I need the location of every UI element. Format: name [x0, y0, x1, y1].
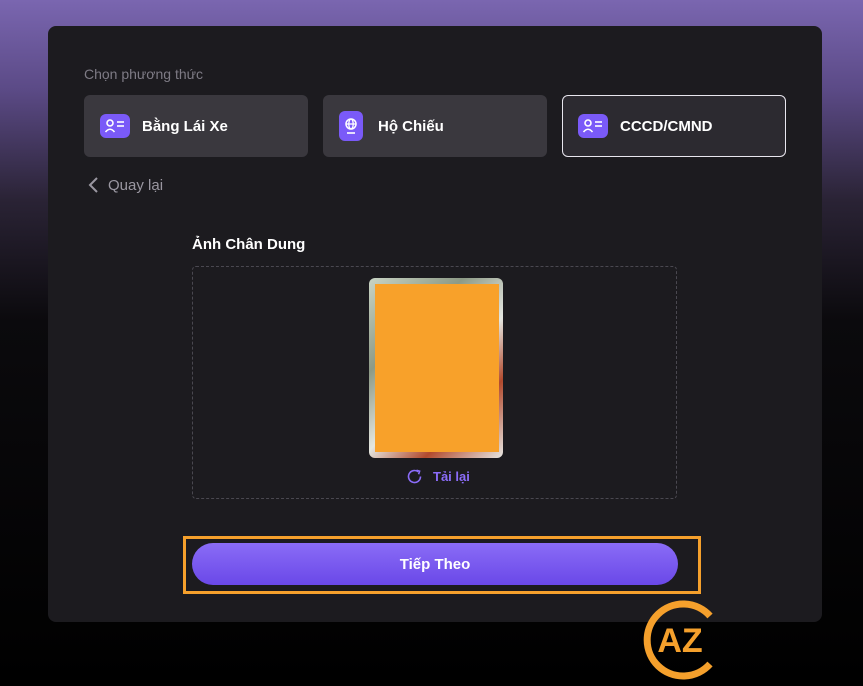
- reload-button[interactable]: Tải lại: [406, 468, 470, 485]
- back-button[interactable]: Quay lại: [88, 176, 163, 194]
- az-logo: AZ: [643, 600, 713, 680]
- reload-label: Tải lại: [433, 469, 470, 484]
- next-button[interactable]: Tiếp Theo: [192, 543, 678, 585]
- method-label-text: CCCD/CMND: [620, 117, 713, 135]
- method-cccd-cmnd[interactable]: CCCD/CMND: [562, 95, 786, 157]
- back-label: Quay lại: [108, 176, 164, 194]
- portrait-dropzone[interactable]: Tải lại: [192, 266, 677, 499]
- verification-panel: Chọn phương thức Bằng Lái Xe Hộ Chiếu CC…: [48, 26, 822, 680]
- method-passport[interactable]: Hộ Chiếu: [323, 95, 547, 157]
- method-label-text: Hộ Chiếu: [378, 117, 444, 135]
- method-label: Chọn phương thức: [84, 66, 203, 82]
- method-driver-license[interactable]: Bằng Lái Xe: [84, 95, 308, 157]
- id-card-icon: [100, 114, 130, 138]
- az-logo-text: AZ: [657, 622, 702, 660]
- chevron-left-icon: [88, 177, 98, 193]
- redaction-overlay: [375, 284, 499, 452]
- id-card-icon: [578, 114, 608, 138]
- portrait-title: Ảnh Chân Dung: [192, 236, 306, 253]
- passport-icon: [339, 111, 363, 141]
- portrait-photo: [369, 278, 503, 458]
- refresh-icon: [407, 469, 422, 484]
- method-label-text: Bằng Lái Xe: [142, 117, 228, 135]
